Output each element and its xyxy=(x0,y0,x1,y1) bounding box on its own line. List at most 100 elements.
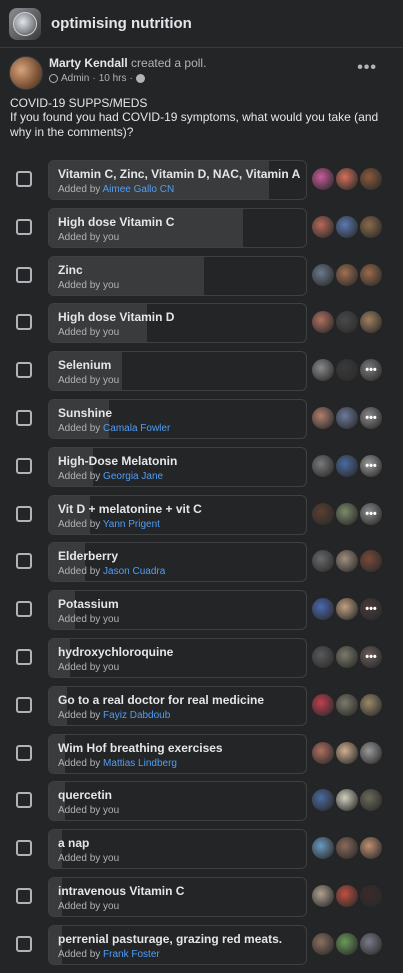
poll-option[interactable]: Selenium Added by you ••• xyxy=(0,351,403,392)
voter-avatar[interactable] xyxy=(334,739,360,766)
voter-avatar[interactable] xyxy=(358,166,384,192)
more-voters-icon[interactable]: ••• xyxy=(358,452,384,479)
poll-option[interactable]: Go to a real doctor for real medicine Add… xyxy=(0,685,403,726)
option-checkbox[interactable] xyxy=(16,171,32,187)
voter-avatar[interactable] xyxy=(358,213,384,240)
option-result-bar[interactable]: quercetin Added by you xyxy=(48,781,307,822)
voter-avatars[interactable]: ••• xyxy=(310,405,390,431)
voter-avatars[interactable] xyxy=(310,739,390,766)
voter-avatars[interactable] xyxy=(310,548,390,575)
voter-avatar[interactable] xyxy=(334,596,360,623)
option-checkbox[interactable] xyxy=(16,553,32,570)
option-result-bar[interactable]: High dose Vitamin C Added by you xyxy=(48,207,307,248)
poll-option[interactable]: High dose Vitamin D Added by you xyxy=(0,303,403,344)
voter-avatar[interactable] xyxy=(310,548,336,575)
more-voters-icon[interactable]: ••• xyxy=(358,644,384,670)
option-checkbox[interactable] xyxy=(16,218,32,235)
added-by-name[interactable]: Jason Cuadra xyxy=(103,566,165,577)
voter-avatar[interactable] xyxy=(358,835,384,862)
voter-avatar[interactable] xyxy=(358,787,384,814)
poll-option[interactable]: Sunshine Added by Camala Fowler ••• xyxy=(0,399,403,439)
option-checkbox[interactable] xyxy=(16,601,32,618)
option-result-bar[interactable]: Potassium Added by you xyxy=(48,590,307,631)
voter-avatars[interactable] xyxy=(310,691,390,718)
poll-option[interactable]: High dose Vitamin C Added by you xyxy=(0,207,403,248)
voter-avatar[interactable] xyxy=(310,357,336,384)
voter-avatar[interactable] xyxy=(334,835,360,862)
more-voters-icon[interactable]: ••• xyxy=(358,405,384,431)
option-checkbox[interactable] xyxy=(16,266,32,283)
group-logo-icon[interactable] xyxy=(9,7,41,40)
voter-avatar[interactable] xyxy=(358,691,384,718)
voter-avatar[interactable] xyxy=(334,357,360,384)
voter-avatar[interactable] xyxy=(310,835,336,862)
option-checkbox[interactable] xyxy=(16,314,32,331)
voter-avatar[interactable] xyxy=(334,261,360,288)
option-checkbox[interactable] xyxy=(16,744,32,761)
voter-avatar[interactable] xyxy=(358,883,384,909)
voter-avatars[interactable] xyxy=(310,261,390,288)
option-checkbox[interactable] xyxy=(16,840,32,857)
voter-avatar[interactable] xyxy=(310,261,336,288)
voter-avatar[interactable] xyxy=(310,309,336,336)
voter-avatar[interactable] xyxy=(334,930,360,957)
voter-avatar[interactable] xyxy=(334,883,360,909)
voter-avatars[interactable] xyxy=(310,787,390,814)
voter-avatar[interactable] xyxy=(334,644,360,670)
added-by-name[interactable]: Camala Fowler xyxy=(103,423,170,434)
option-checkbox[interactable] xyxy=(16,696,32,713)
option-result-bar[interactable]: High dose Vitamin D Added by you xyxy=(48,303,307,344)
voter-avatar[interactable] xyxy=(334,452,360,479)
added-by-name[interactable]: Fayiz Dabdoub xyxy=(103,710,170,721)
voter-avatar[interactable] xyxy=(334,500,360,527)
voter-avatar[interactable] xyxy=(358,548,384,575)
poll-option[interactable]: Vitamin C, Zinc, Vitamin D, NAC, Vitamin… xyxy=(0,160,403,200)
author-avatar[interactable] xyxy=(9,56,43,90)
option-result-bar[interactable]: Go to a real doctor for real medicine Add… xyxy=(48,685,307,726)
voter-avatars[interactable]: ••• xyxy=(310,500,390,527)
option-result-bar[interactable]: Zinc Added by you xyxy=(48,255,307,296)
voter-avatar[interactable] xyxy=(358,309,384,336)
poll-option[interactable]: a nap Added by you xyxy=(0,829,403,870)
option-result-bar[interactable]: Sunshine Added by Camala Fowler xyxy=(48,399,307,439)
option-checkbox[interactable] xyxy=(16,362,32,379)
voter-avatars[interactable]: ••• xyxy=(310,596,390,623)
option-checkbox[interactable] xyxy=(16,457,32,474)
option-result-bar[interactable]: perrenial pasturage, grazing red meats. A… xyxy=(48,924,307,965)
poll-option[interactable]: hydroxychloroquine Added by you ••• xyxy=(0,638,403,678)
voter-avatar[interactable] xyxy=(358,739,384,766)
voter-avatar[interactable] xyxy=(310,930,336,957)
added-by-name[interactable]: Frank Foster xyxy=(103,949,160,960)
voter-avatar[interactable] xyxy=(310,787,336,814)
voter-avatar[interactable] xyxy=(310,500,336,527)
more-voters-icon[interactable]: ••• xyxy=(358,596,384,623)
voter-avatar[interactable] xyxy=(334,405,360,431)
voter-avatars[interactable] xyxy=(310,309,390,336)
voter-avatar[interactable] xyxy=(310,883,336,909)
poll-option[interactable]: Wim Hof breathing exercises Added by Matt… xyxy=(0,733,403,774)
poll-option[interactable]: Elderberry Added by Jason Cuadra xyxy=(0,542,403,583)
voter-avatar[interactable] xyxy=(334,213,360,240)
poll-option[interactable]: High-Dose Melatonin Added by Georgia Jane… xyxy=(0,446,403,487)
voter-avatars[interactable] xyxy=(310,835,390,862)
voter-avatars[interactable]: ••• xyxy=(310,452,390,479)
option-result-bar[interactable]: High-Dose Melatonin Added by Georgia Jane xyxy=(48,446,307,487)
option-result-bar[interactable]: Vit D + melatonine + vit C Added by Yann … xyxy=(48,494,307,535)
voter-avatars[interactable] xyxy=(310,930,390,957)
option-result-bar[interactable]: intravenous Vitamin C Added by you xyxy=(48,877,307,917)
option-result-bar[interactable]: Vitamin C, Zinc, Vitamin D, NAC, Vitamin… xyxy=(48,160,307,200)
more-voters-icon[interactable]: ••• xyxy=(358,500,384,527)
option-checkbox[interactable] xyxy=(16,935,32,952)
author-name[interactable]: Marty Kendall xyxy=(49,56,128,70)
voter-avatar[interactable] xyxy=(310,452,336,479)
voter-avatars[interactable] xyxy=(310,883,390,909)
voter-avatar[interactable] xyxy=(310,213,336,240)
voter-avatar[interactable] xyxy=(310,739,336,766)
added-by-name[interactable]: Aimee Gallo CN xyxy=(103,184,175,195)
added-by-name[interactable]: Yann Prigent xyxy=(103,519,160,530)
voter-avatar[interactable] xyxy=(334,309,360,336)
poll-option[interactable]: Potassium Added by you ••• xyxy=(0,590,403,631)
poll-option[interactable]: quercetin Added by you xyxy=(0,781,403,822)
voter-avatar[interactable] xyxy=(334,166,360,192)
option-result-bar[interactable]: Selenium Added by you xyxy=(48,351,307,392)
